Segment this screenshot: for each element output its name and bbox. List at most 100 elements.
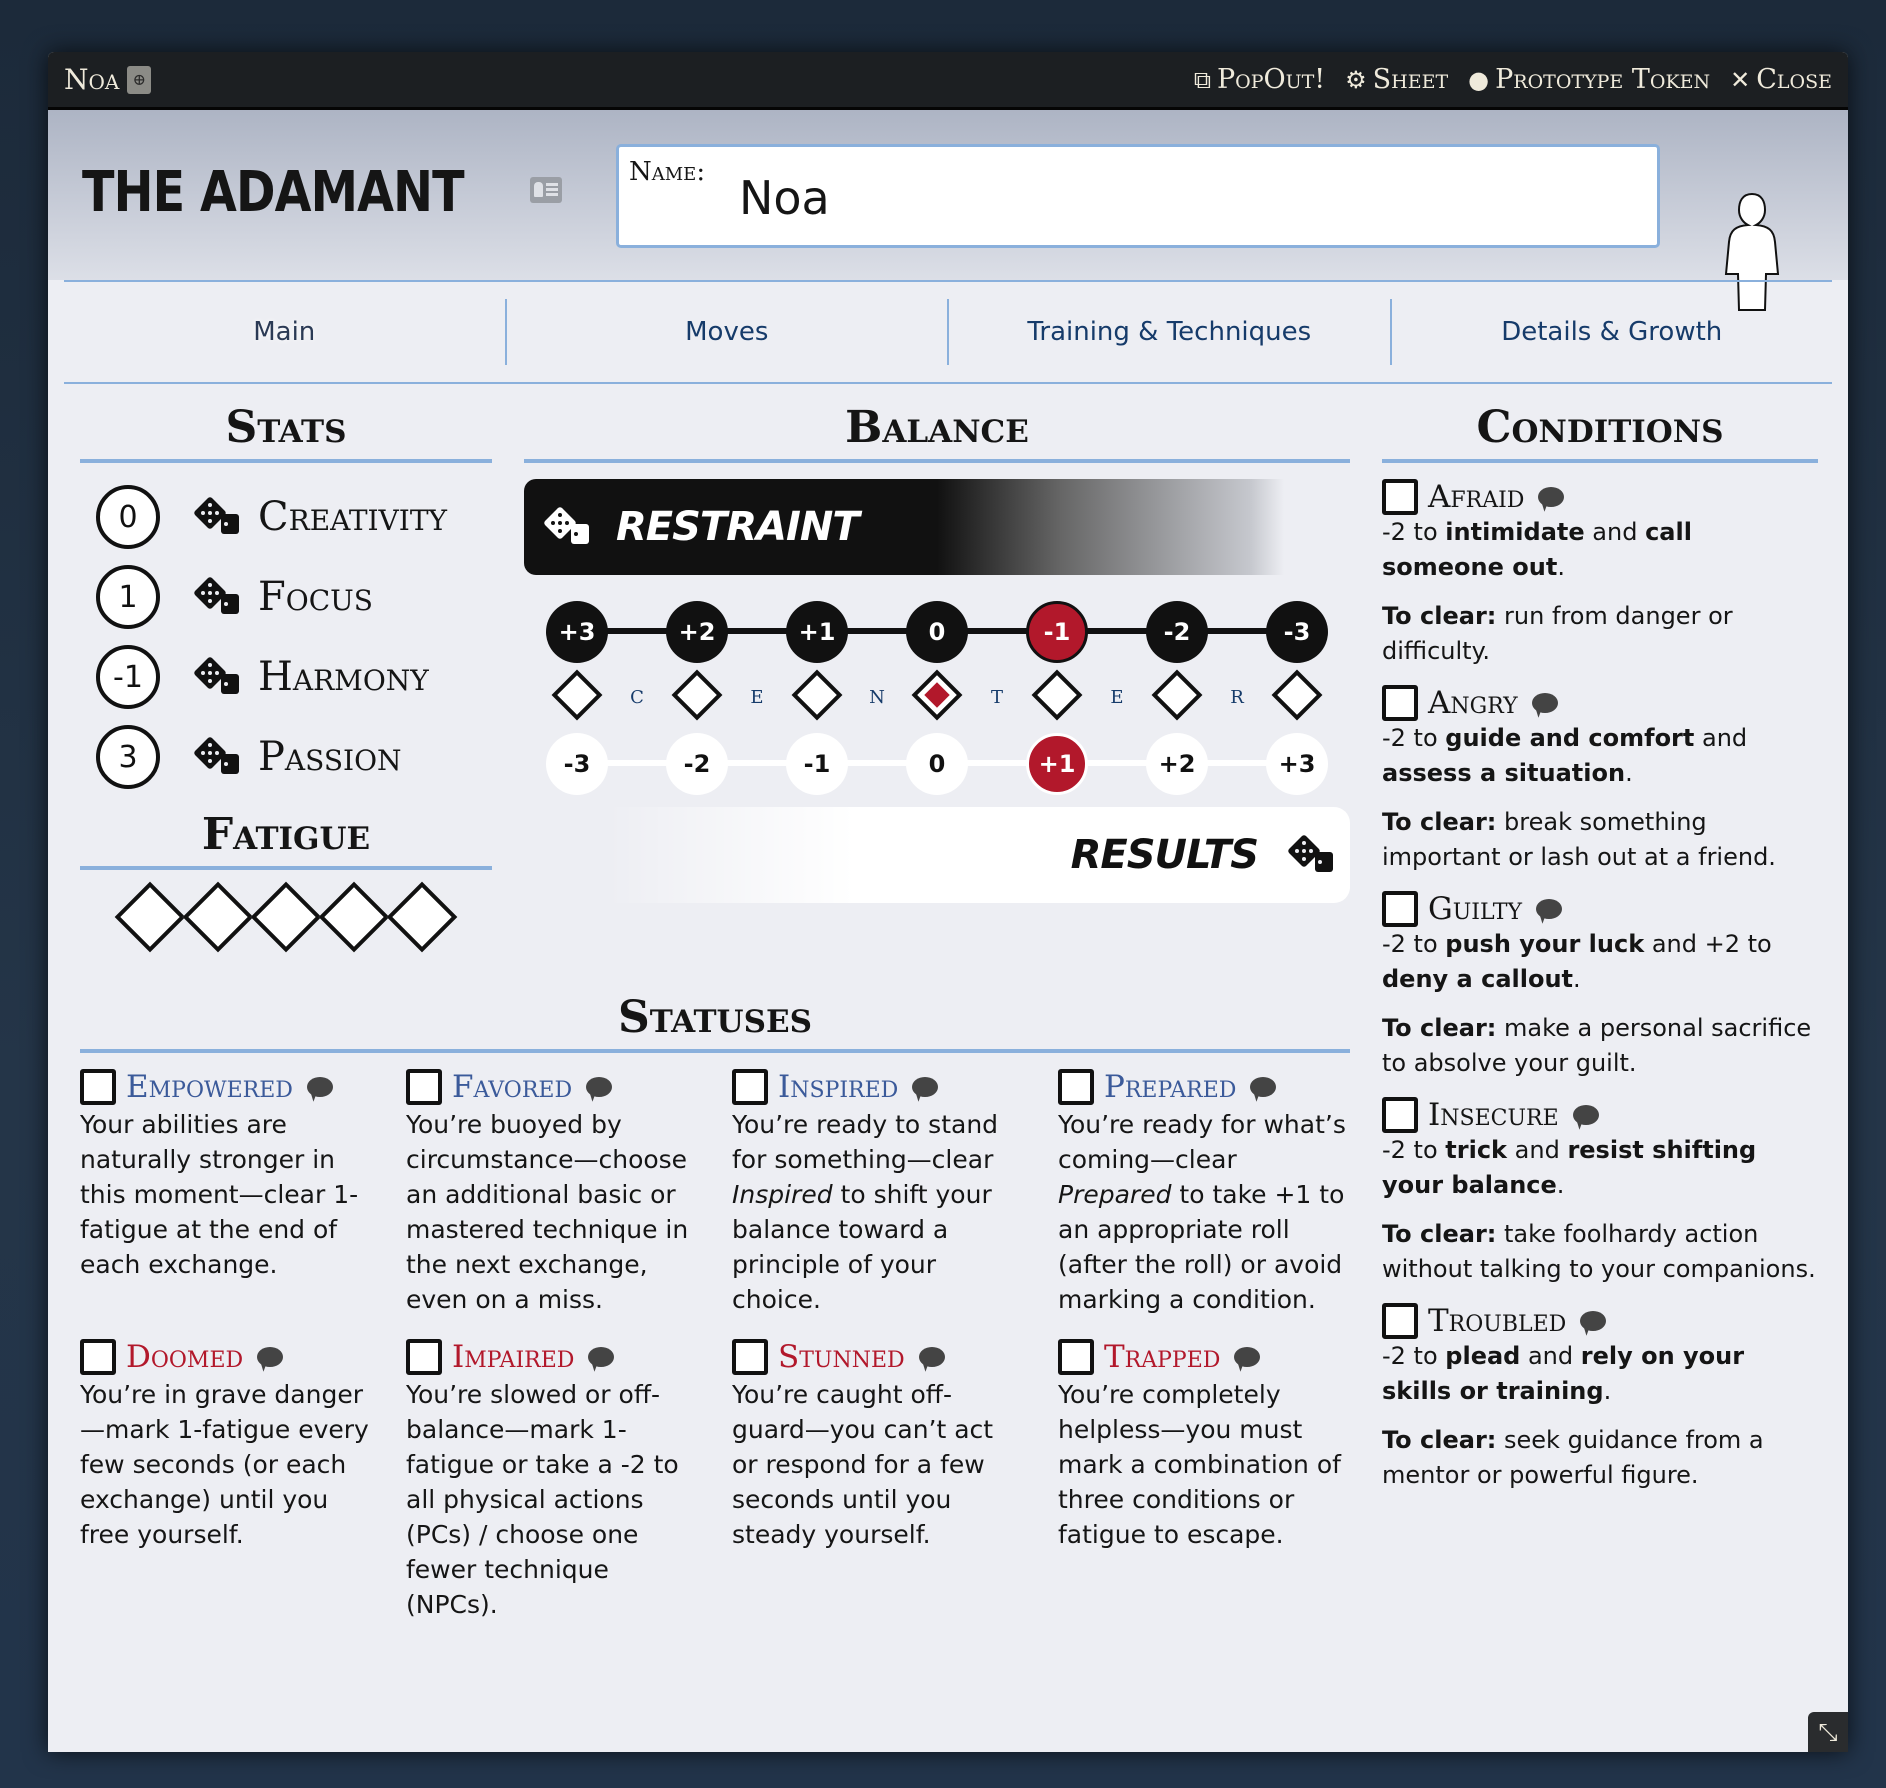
center-diamond[interactable]	[791, 669, 843, 721]
status-name: Empowered	[126, 1069, 293, 1105]
external-link-icon: ⧉	[1193, 65, 1211, 94]
chat-bubble-icon[interactable]	[918, 1347, 945, 1367]
stat-value[interactable]: 3	[96, 725, 160, 789]
balance-node[interactable]: -1	[1026, 601, 1088, 663]
status-item: Empowered Your abilities are naturally st…	[80, 1069, 372, 1317]
condition-header: Afraid	[1382, 479, 1818, 515]
condition-checkbox[interactable]	[1382, 685, 1418, 721]
chat-bubble-icon[interactable]	[257, 1347, 284, 1367]
fatigue-heading: Fatigue	[80, 809, 492, 870]
chat-bubble-icon[interactable]	[1580, 1311, 1607, 1331]
balance-node[interactable]: -3	[1266, 601, 1328, 663]
name-field[interactable]: Name:	[616, 144, 1660, 248]
status-description: You’re caught off-guard—you can’t act or…	[732, 1380, 994, 1549]
status-header: Inspired	[732, 1069, 1024, 1105]
id-card-icon[interactable]	[530, 177, 562, 203]
status-checkbox[interactable]	[732, 1069, 768, 1105]
chat-bubble-icon[interactable]	[586, 1077, 613, 1097]
balance-node[interactable]: -2	[1146, 601, 1208, 663]
balance-node[interactable]: 0	[906, 733, 968, 795]
condition-clear: To clear: run from danger or difficulty.	[1382, 602, 1733, 665]
tab-training-techniques[interactable]: Training & Techniques	[947, 299, 1390, 365]
chat-bubble-icon[interactable]	[1538, 487, 1565, 507]
sheet-tabs: Main Moves Training & Techniques Details…	[64, 280, 1832, 384]
center-diamond[interactable]	[551, 669, 603, 721]
stat-value[interactable]: 0	[96, 485, 160, 549]
center-diamond[interactable]	[671, 669, 723, 721]
chat-bubble-icon[interactable]	[1250, 1077, 1277, 1097]
balance-node[interactable]: -3	[546, 733, 608, 795]
center-diamond[interactable]	[1271, 669, 1323, 721]
condition-checkbox[interactable]	[1382, 479, 1418, 515]
dice-roll-icon[interactable]	[190, 577, 242, 617]
status-checkbox[interactable]	[406, 1069, 442, 1105]
tab-details-growth[interactable]: Details & Growth	[1389, 299, 1833, 365]
gear-icon: ⚙	[1345, 65, 1367, 94]
balance-node[interactable]: -1	[786, 733, 848, 795]
status-checkbox[interactable]	[80, 1069, 116, 1105]
fatigue-box[interactable]	[386, 881, 458, 953]
chat-bubble-icon[interactable]	[1531, 693, 1558, 713]
balance-node[interactable]: +3	[1266, 733, 1328, 795]
chat-bubble-icon[interactable]	[1572, 1105, 1599, 1125]
status-checkbox[interactable]	[406, 1339, 442, 1375]
condition-checkbox[interactable]	[1382, 891, 1418, 927]
condition-clear: To clear: seek guidance from a mentor or…	[1382, 1426, 1764, 1489]
center-diamond[interactable]	[911, 669, 963, 721]
center-diamond[interactable]	[1151, 669, 1203, 721]
stat-name: Focus	[258, 574, 373, 620]
chat-bubble-icon[interactable]	[1234, 1347, 1261, 1367]
center-letter: E	[750, 687, 764, 708]
balance-node[interactable]: +3	[546, 601, 608, 663]
condition-effect: -2 to push your luck and +2 to deny a ca…	[1382, 930, 1772, 993]
dice-roll-icon[interactable]	[190, 737, 242, 777]
balance-node[interactable]: +2	[666, 601, 728, 663]
resize-handle-icon[interactable]: ⤡	[1808, 1712, 1848, 1752]
condition-checkbox[interactable]	[1382, 1097, 1418, 1133]
tab-main[interactable]: Main	[64, 299, 505, 365]
dice-roll-icon	[1284, 835, 1336, 875]
status-checkbox[interactable]	[732, 1339, 768, 1375]
condition-item: Afraid -2 to intimidate and call someone …	[1382, 479, 1818, 669]
dice-roll-icon[interactable]	[190, 497, 242, 537]
center-diamond[interactable]	[1031, 669, 1083, 721]
condition-name: Troubled	[1428, 1303, 1567, 1339]
fatigue-box[interactable]	[182, 881, 254, 953]
status-item: Favored You’re buoyed by circumstance—cho…	[406, 1069, 698, 1317]
close-button[interactable]: ✕ Close	[1730, 64, 1832, 95]
dice-roll-icon[interactable]	[190, 657, 242, 697]
condition-item: Angry -2 to guide and comfort and assess …	[1382, 685, 1818, 875]
status-name: Impaired	[452, 1339, 575, 1375]
status-header: Prepared	[1058, 1069, 1350, 1105]
popout-label: PopOut!	[1216, 64, 1326, 95]
balance-node[interactable]: +1	[1026, 733, 1088, 795]
prototype-token-button[interactable]: ● Prototype Token	[1468, 64, 1710, 95]
stat-value[interactable]: -1	[96, 645, 160, 709]
sheet-config-button[interactable]: ⚙ Sheet	[1345, 64, 1448, 95]
sheet-label: Sheet	[1372, 64, 1449, 95]
fatigue-box[interactable]	[114, 881, 186, 953]
condition-checkbox[interactable]	[1382, 1303, 1418, 1339]
stat-value[interactable]: 1	[96, 565, 160, 629]
close-icon: ✕	[1730, 65, 1751, 94]
balance-node[interactable]: 0	[906, 601, 968, 663]
status-checkbox[interactable]	[80, 1339, 116, 1375]
popout-button[interactable]: ⧉ PopOut!	[1194, 64, 1325, 95]
chat-bubble-icon[interactable]	[306, 1077, 333, 1097]
tab-moves[interactable]: Moves	[504, 299, 948, 365]
chat-bubble-icon[interactable]	[588, 1347, 615, 1367]
balance-node[interactable]: -2	[666, 733, 728, 795]
name-input[interactable]	[739, 163, 1639, 233]
window-titlebar[interactable]: Noa ⊕ ⧉ PopOut! ⚙ Sheet ● Prototype Toke…	[48, 52, 1848, 110]
chat-bubble-icon[interactable]	[1536, 899, 1563, 919]
condition-name: Angry	[1428, 685, 1518, 721]
status-checkbox[interactable]	[1058, 1069, 1094, 1105]
principle-restraint-roll[interactable]: RESTRAINT	[524, 479, 1350, 575]
status-checkbox[interactable]	[1058, 1339, 1094, 1375]
balance-node[interactable]: +2	[1146, 733, 1208, 795]
chat-bubble-icon[interactable]	[912, 1077, 939, 1097]
fatigue-box[interactable]	[250, 881, 322, 953]
principle-results-roll[interactable]: RESULTS	[524, 807, 1350, 903]
balance-node[interactable]: +1	[786, 601, 848, 663]
fatigue-box[interactable]	[318, 881, 390, 953]
